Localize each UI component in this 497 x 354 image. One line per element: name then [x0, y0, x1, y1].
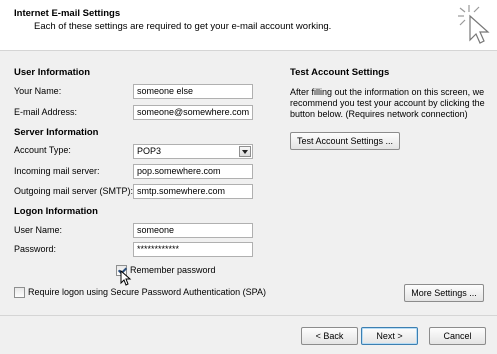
account-type-value: POP3: [137, 146, 162, 156]
your-name-label: Your Name:: [14, 86, 62, 96]
account-type-label: Account Type:: [14, 145, 71, 155]
password-label: Password:: [14, 244, 57, 254]
test-account-settings-button[interactable]: Test Account Settings ...: [290, 132, 400, 150]
header-banner: Internet E-mail Settings Each of these s…: [0, 0, 497, 51]
incoming-server-label: Incoming mail server:: [14, 166, 100, 176]
test-account-settings-heading: Test Account Settings: [290, 67, 390, 78]
user-name-field[interactable]: someone: [133, 223, 253, 238]
mouse-pointer-icon: [120, 270, 132, 286]
outgoing-server-label: Outgoing mail server (SMTP):: [14, 186, 134, 196]
spa-label: Require logon using Secure Password Auth…: [28, 287, 266, 297]
server-information-heading: Server Information: [14, 127, 99, 138]
remember-password-label: Remember password: [130, 265, 216, 275]
account-type-select[interactable]: POP3: [133, 144, 253, 159]
email-address-label: E-mail Address:: [14, 107, 78, 117]
password-field[interactable]: ************: [133, 242, 253, 257]
outgoing-server-field[interactable]: smtp.somewhere.com: [133, 184, 253, 199]
incoming-server-field[interactable]: pop.somewhere.com: [133, 164, 253, 179]
user-name-label: User Name:: [14, 225, 63, 235]
next-button[interactable]: Next >: [361, 327, 418, 345]
email-address-field[interactable]: someone@somewhere.com: [133, 105, 253, 120]
back-button[interactable]: < Back: [301, 327, 358, 345]
user-information-heading: User Information: [14, 67, 91, 78]
spa-checkbox[interactable]: [14, 287, 25, 298]
cancel-button[interactable]: Cancel: [429, 327, 486, 345]
page-title: Internet E-mail Settings: [14, 8, 121, 19]
more-settings-button[interactable]: More Settings ...: [404, 284, 484, 302]
your-name-field[interactable]: someone else: [133, 84, 253, 99]
page-subtitle: Each of these settings are required to g…: [34, 21, 332, 32]
footer-divider: [0, 315, 497, 316]
logon-information-heading: Logon Information: [14, 206, 98, 217]
sparkle-cursor-icon: [458, 5, 490, 44]
chevron-down-icon[interactable]: [239, 146, 251, 157]
test-account-description: After filling out the information on thi…: [290, 87, 485, 119]
